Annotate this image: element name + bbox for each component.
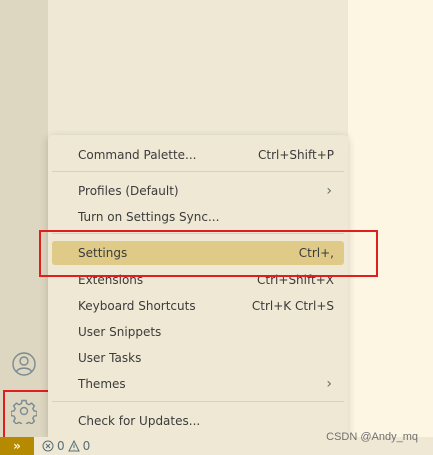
menu-item-label: Keyboard Shortcuts bbox=[78, 299, 196, 313]
menu-item-user-tasks[interactable]: User Tasks bbox=[52, 346, 344, 370]
menu-item-label: User Snippets bbox=[78, 325, 162, 339]
menu-item-label: Turn on Settings Sync... bbox=[78, 210, 220, 224]
menu-item-shortcut: Ctrl+K Ctrl+S bbox=[251, 299, 334, 313]
remote-icon: » bbox=[13, 439, 21, 453]
problems-indicator[interactable]: 0 0 bbox=[42, 437, 90, 455]
editor-area bbox=[348, 0, 433, 437]
settings-highlight-box bbox=[39, 230, 378, 277]
watermark: CSDN @Andy_mq bbox=[326, 431, 418, 443]
menu-item-check-updates[interactable]: Check for Updates... bbox=[52, 409, 344, 433]
menu-item-label: Check for Updates... bbox=[78, 414, 201, 428]
menu-item-profiles[interactable]: Profiles (Default) › bbox=[52, 179, 344, 203]
gear-highlight-box bbox=[3, 390, 50, 441]
menu-item-command-palette[interactable]: Command Palette... Ctrl+Shift+P bbox=[52, 143, 344, 167]
menu-item-keyboard-shortcuts[interactable]: Keyboard Shortcuts Ctrl+K Ctrl+S bbox=[52, 294, 344, 318]
warning-icon bbox=[67, 440, 80, 452]
menu-separator bbox=[52, 401, 344, 402]
accounts-button[interactable] bbox=[10, 350, 38, 378]
menu-item-label: User Tasks bbox=[78, 351, 142, 365]
remote-indicator-button[interactable]: » bbox=[0, 437, 34, 455]
menu-item-settings-sync[interactable]: Turn on Settings Sync... bbox=[52, 205, 344, 229]
menu-item-user-snippets[interactable]: User Snippets bbox=[52, 320, 344, 344]
manage-menu: Command Palette... Ctrl+Shift+P Profiles… bbox=[48, 135, 348, 437]
activity-bar bbox=[0, 0, 48, 437]
menu-item-label: Themes bbox=[78, 377, 126, 391]
menu-item-shortcut: Ctrl+Shift+P bbox=[258, 148, 334, 162]
error-icon bbox=[42, 440, 54, 452]
chevron-right-icon: › bbox=[326, 376, 332, 392]
chevron-right-icon: › bbox=[326, 183, 332, 199]
account-icon bbox=[12, 352, 36, 376]
menu-item-themes[interactable]: Themes › bbox=[52, 372, 344, 396]
menu-item-label: Command Palette... bbox=[78, 148, 197, 162]
warning-count: 0 bbox=[82, 439, 91, 453]
menu-item-label: Profiles (Default) bbox=[78, 184, 179, 198]
menu-separator bbox=[52, 171, 344, 172]
error-count: 0 bbox=[57, 439, 65, 453]
